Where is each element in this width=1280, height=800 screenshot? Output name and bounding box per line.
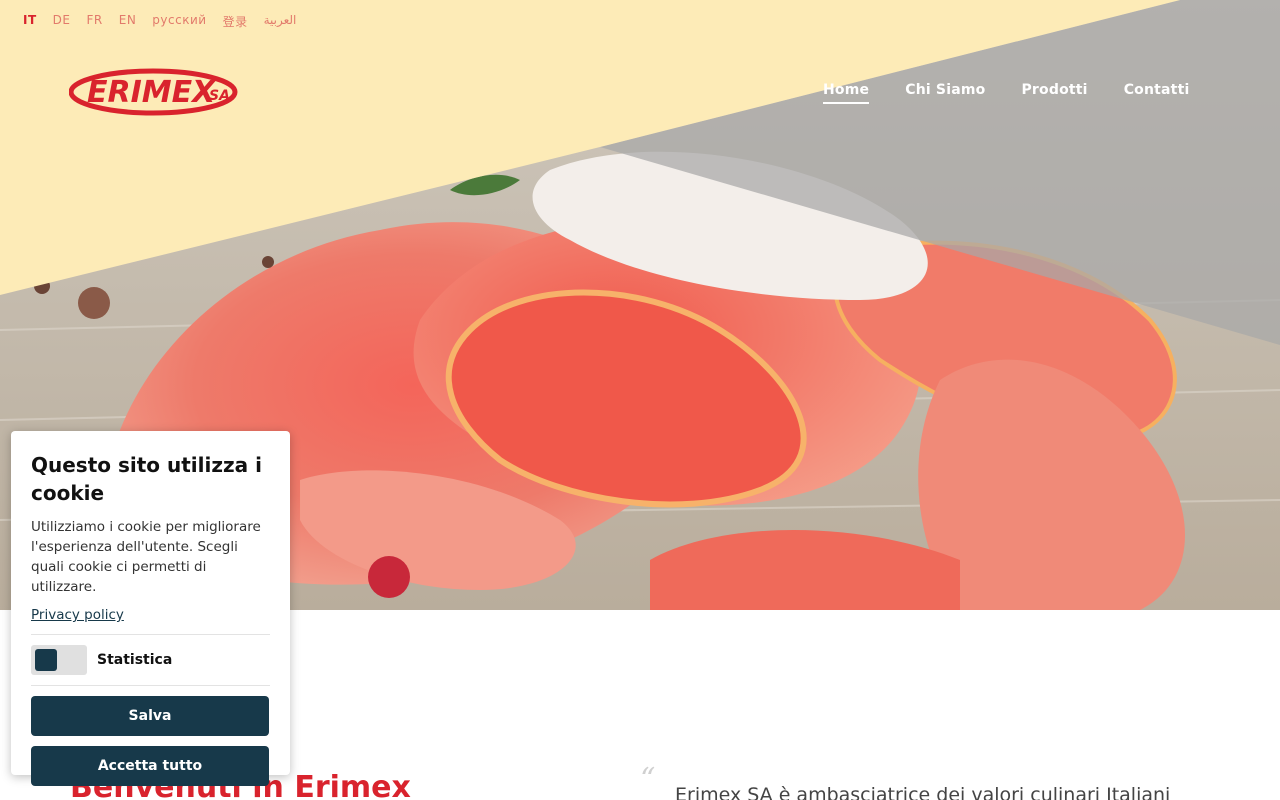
nav-prodotti[interactable]: Prodotti	[1018, 80, 1090, 104]
lang-zh[interactable]: 登录	[223, 13, 248, 30]
privacy-policy-link[interactable]: Privacy policy	[31, 607, 124, 623]
nav-home[interactable]: Home	[820, 80, 872, 104]
nav-chi-siamo[interactable]: Chi Siamo	[902, 80, 988, 104]
toggle-knob	[35, 649, 57, 671]
lang-ar[interactable]: العربية	[264, 13, 297, 30]
nav-contatti[interactable]: Contatti	[1121, 80, 1193, 104]
statistics-label: Statistica	[97, 652, 173, 668]
accept-all-button[interactable]: Accetta tutto	[31, 746, 269, 786]
cookie-title: Questo sito utilizza i cookie	[31, 453, 262, 505]
main-nav: Home Chi Siamo Prodotti Contatti	[820, 80, 1222, 104]
language-bar: IT DE FR EN русский 登录 العربية	[23, 13, 312, 30]
quote-mark: “	[640, 762, 656, 797]
divider	[31, 685, 270, 686]
lang-ru[interactable]: русский	[152, 13, 206, 30]
statistics-toggle[interactable]	[31, 645, 87, 675]
lang-it[interactable]: IT	[23, 13, 37, 30]
save-button[interactable]: Salva	[31, 696, 269, 736]
intro-text: Erimex SA è ambasciatrice dei valori cul…	[675, 784, 1171, 800]
page: IT DE FR EN русский 登录 العربية ERIMEX SA…	[0, 0, 1280, 800]
divider	[31, 634, 270, 635]
logo-text: ERIMEX	[87, 75, 217, 110]
erimex-logo[interactable]: ERIMEX SA	[69, 68, 239, 116]
lang-fr[interactable]: FR	[86, 13, 102, 30]
cookie-dialog: Questo sito utilizza i cookie Utilizziam…	[11, 431, 290, 786]
statistics-toggle-row: Statistica	[31, 645, 270, 675]
lang-en[interactable]: EN	[119, 13, 137, 30]
cookie-body: Utilizziamo i cookie per migliorare l'es…	[31, 519, 261, 595]
logo-suffix: SA	[209, 88, 230, 104]
lang-de[interactable]: DE	[53, 13, 71, 30]
